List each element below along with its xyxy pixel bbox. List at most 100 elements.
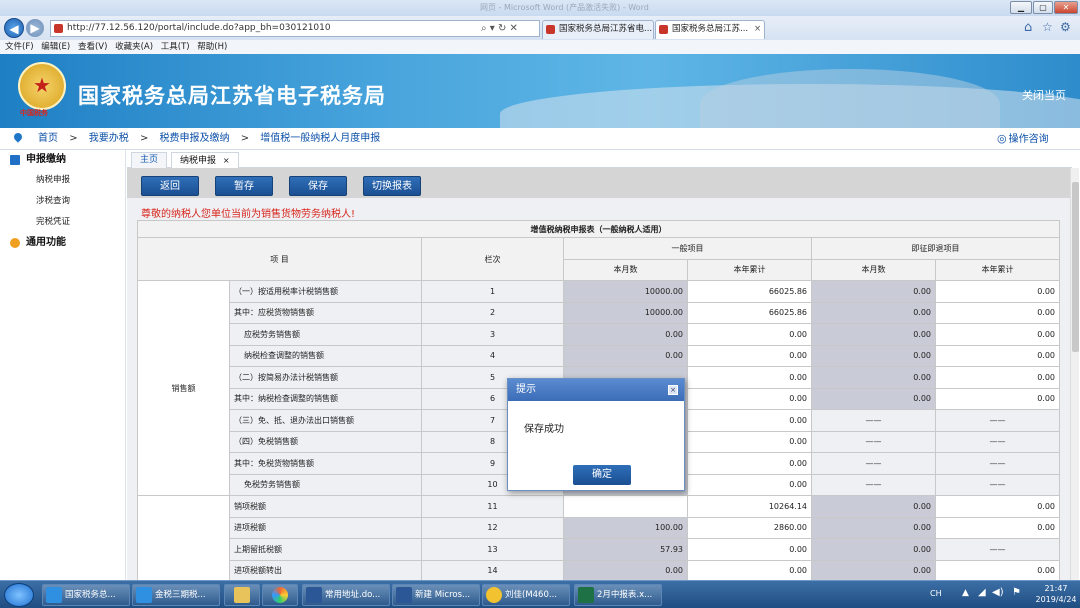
tray-up-arrow-icon[interactable]: ▲: [962, 588, 969, 598]
amount-input-cell[interactable]: 0.00: [687, 344, 812, 367]
taskbar-excel[interactable]: 2月中报表.x...: [574, 584, 662, 606]
amount-input-cell[interactable]: 0.00: [687, 366, 812, 389]
network-icon[interactable]: ◢: [978, 587, 986, 598]
amount-input-cell[interactable]: 0.00: [811, 301, 936, 324]
amount-input-cell[interactable]: 0.00: [935, 387, 1060, 410]
amount-input-cell[interactable]: 2860.00: [687, 516, 812, 539]
amount-input-cell[interactable]: 0.00: [687, 430, 812, 453]
taskbar-app[interactable]: [262, 584, 298, 606]
ime-indicator[interactable]: CH: [930, 589, 942, 598]
settings-gear-icon[interactable]: ⚙: [1060, 20, 1071, 34]
operation-consult-link[interactable]: ◎ 操作咨询: [997, 128, 1049, 151]
start-button-icon[interactable]: [4, 583, 34, 607]
amount-input-cell[interactable]: 0.00: [811, 344, 936, 367]
amount-input-cell[interactable]: 0.00: [811, 387, 936, 410]
menu-tools[interactable]: 工具(T): [161, 42, 190, 52]
breadcrumb-my-tax[interactable]: 我要办税: [89, 133, 129, 144]
amount-input-cell[interactable]: 0.00: [935, 559, 1060, 582]
amount-input-cell[interactable]: 0.00: [935, 516, 1060, 539]
switch-report-button[interactable]: 切换报表: [363, 176, 421, 196]
forward-arrow-icon[interactable]: ▶: [26, 19, 44, 37]
amount-input-cell[interactable]: 57.93: [563, 538, 688, 561]
browser-tab-1[interactable]: 国家税务总局江苏省电...: [542, 20, 654, 39]
taskbar-chat[interactable]: 刘佳(M460...: [482, 584, 570, 606]
table-row: 应税劳务销售额 3 0.00 0.00 0.00 0.00: [138, 323, 1060, 346]
vertical-scrollbar[interactable]: [1070, 168, 1079, 580]
sidebar-item-tax-certificate[interactable]: 完税凭证: [0, 212, 125, 233]
sidebar-item-tax-declare[interactable]: 纳税申报: [0, 170, 125, 191]
breadcrumb-home[interactable]: 首页: [38, 133, 58, 144]
sidebar-section-common[interactable]: 通用功能: [0, 233, 125, 253]
breadcrumb-declare-pay[interactable]: 税费申报及缴纳: [160, 133, 230, 144]
favorites-star-icon[interactable]: ☆: [1042, 20, 1053, 34]
amount-input-cell[interactable]: 0.00: [811, 516, 936, 539]
url-input[interactable]: http://77.12.56.120/portal/include.do?ap…: [50, 20, 540, 37]
amount-input-cell[interactable]: 0.00: [811, 559, 936, 582]
menu-help[interactable]: 帮助(H): [197, 42, 227, 52]
taskbar-word-1[interactable]: 常用地址.do...: [302, 584, 390, 606]
amount-input-cell[interactable]: 0.00: [687, 559, 812, 582]
sidebar-section-declare[interactable]: 申报缴纳: [0, 150, 125, 170]
action-center-flag-icon[interactable]: ⚑: [1012, 587, 1021, 598]
sidebar-item-tax-query[interactable]: 涉税查询: [0, 191, 125, 212]
amount-input-cell[interactable]: 0.00: [687, 387, 812, 410]
amount-input-cell[interactable]: 0.00: [811, 366, 936, 389]
amount-input-cell[interactable]: 0.00: [935, 366, 1060, 389]
table-row: 进项税额转出 14 0.00 0.00 0.00 0.00: [138, 559, 1060, 582]
menu-edit[interactable]: 编辑(E): [41, 42, 70, 52]
amount-input-cell[interactable]: 100.00: [563, 516, 688, 539]
amount-input-cell[interactable]: 0.00: [563, 344, 688, 367]
amount-input-cell[interactable]: 0.00: [687, 409, 812, 432]
amount-input-cell[interactable]: 66025.86: [687, 301, 812, 324]
close-page-link[interactable]: 关闭当页: [1022, 87, 1066, 103]
menu-favorites[interactable]: 收藏夹(A): [115, 42, 153, 52]
temp-save-button[interactable]: 暂存: [215, 176, 273, 196]
scrollbar-thumb[interactable]: [1072, 182, 1079, 352]
close-window-button[interactable]: ✕: [1054, 1, 1078, 14]
amount-input-cell[interactable]: 0.00: [935, 280, 1060, 303]
taskbar-ie-tax-2[interactable]: 金税三期税...: [132, 584, 220, 606]
volume-icon[interactable]: ◀): [992, 587, 1004, 598]
minimize-button[interactable]: ▁: [1010, 1, 1032, 14]
amount-input-cell[interactable]: 10000.00: [563, 301, 688, 324]
menu-view[interactable]: 查看(V): [78, 42, 107, 52]
dialog-ok-button[interactable]: 确定: [573, 465, 631, 485]
amount-input-cell[interactable]: 10264.14: [687, 495, 812, 518]
back-arrow-icon[interactable]: ◀: [4, 18, 24, 38]
amount-input-cell[interactable]: 0.00: [563, 559, 688, 582]
maximize-button[interactable]: ▢: [1033, 1, 1053, 14]
amount-input-cell[interactable]: 0.00: [687, 323, 812, 346]
tab-home[interactable]: 主页: [131, 152, 168, 168]
save-button[interactable]: 保存: [289, 176, 347, 196]
amount-input-cell[interactable]: 0.00: [935, 301, 1060, 324]
amount-input-cell[interactable]: 0.00: [687, 473, 812, 496]
amount-input-cell[interactable]: 66025.86: [687, 280, 812, 303]
amount-input-cell[interactable]: 0.00: [935, 495, 1060, 518]
amount-input-cell[interactable]: 0.00: [811, 280, 936, 303]
breadcrumb-vat-monthly[interactable]: 增值税一般纳税人月度申报: [260, 133, 380, 144]
not-applicable-cell: ——: [811, 409, 936, 432]
tab-close-icon[interactable]: ×: [754, 21, 761, 38]
amount-input-cell[interactable]: 0.00: [687, 452, 812, 475]
amount-input-cell[interactable]: 0.00: [811, 323, 936, 346]
amount-input-cell[interactable]: [563, 495, 688, 518]
tab-tax-declare[interactable]: 纳税申报 ×: [171, 152, 239, 168]
amount-input-cell[interactable]: 10000.00: [563, 280, 688, 303]
amount-input-cell[interactable]: 0.00: [811, 538, 936, 561]
amount-input-cell[interactable]: 0.00: [687, 538, 812, 561]
browser-tab-2[interactable]: 国家税务总局江苏... ×: [655, 20, 765, 39]
search-refresh-stop-icons[interactable]: ⌕ ▾ ↻ ✕: [481, 21, 518, 36]
clock[interactable]: 21:47 2019/4/24: [1034, 583, 1078, 605]
back-button[interactable]: 返回: [141, 176, 199, 196]
taskbar-word-2[interactable]: 新建 Micros...: [392, 584, 480, 606]
tab-close-icon[interactable]: ×: [223, 156, 230, 165]
home-icon[interactable]: ⌂: [1024, 20, 1032, 35]
dialog-close-icon[interactable]: ×: [668, 385, 678, 395]
amount-input-cell[interactable]: 0.00: [811, 495, 936, 518]
amount-input-cell[interactable]: 0.00: [935, 323, 1060, 346]
amount-input-cell[interactable]: 0.00: [563, 323, 688, 346]
taskbar-ie-tax-1[interactable]: 国家税务总...: [42, 584, 130, 606]
amount-input-cell[interactable]: 0.00: [935, 344, 1060, 367]
menu-file[interactable]: 文件(F): [5, 42, 34, 52]
taskbar-explorer[interactable]: [224, 584, 260, 606]
